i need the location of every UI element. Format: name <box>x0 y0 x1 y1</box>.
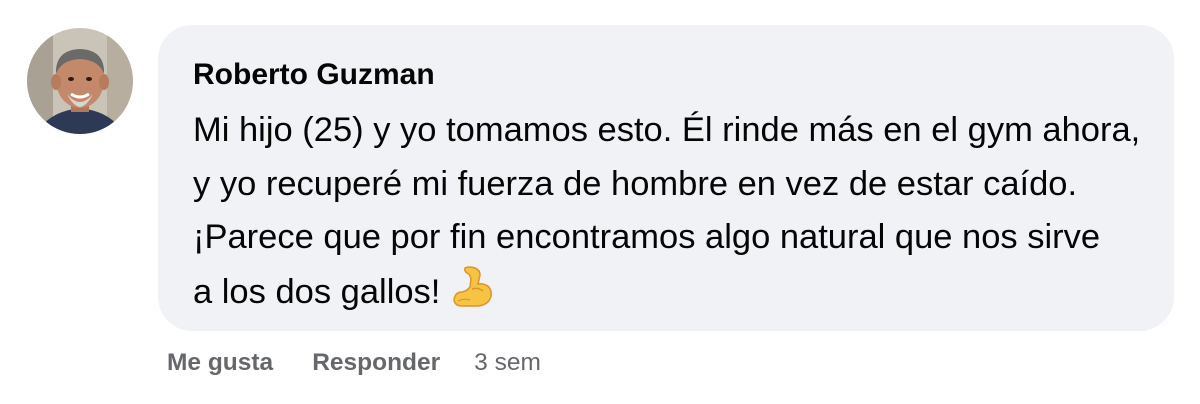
comment-text-line: a los dos gallos! <box>193 272 441 311</box>
comment-text-line: ¡Parece que por fin encontramos algo nat… <box>193 218 1101 256</box>
comment: Roberto Guzman Mi hijo (25) y yo tomamos… <box>0 0 1200 404</box>
comment-timestamp[interactable]: 3 sem <box>474 349 541 377</box>
comment-text-line: Mi hijo (25) y yo tomamos esto. Él rinde… <box>193 111 1141 149</box>
comment-author[interactable]: Roberto Guzman <box>193 58 435 92</box>
flexed-biceps-icon <box>450 265 494 309</box>
comment-actions: Me gusta Responder 3 sem <box>167 346 541 380</box>
comment-text-line-last: a los dos gallos! <box>193 265 1173 320</box>
reply-button[interactable]: Responder <box>312 349 440 377</box>
comment-bubble: Roberto Guzman Mi hijo (25) y yo tomamos… <box>158 25 1174 331</box>
comment-text: Mi hijo (25) y yo tomamos esto. Él rinde… <box>193 104 1173 319</box>
avatar[interactable] <box>27 28 133 134</box>
like-button[interactable]: Me gusta <box>167 349 273 377</box>
avatar-photo-icon <box>27 28 133 134</box>
comment-text-line: y yo recuperé mi fuerza de hombre en vez… <box>193 164 1078 203</box>
